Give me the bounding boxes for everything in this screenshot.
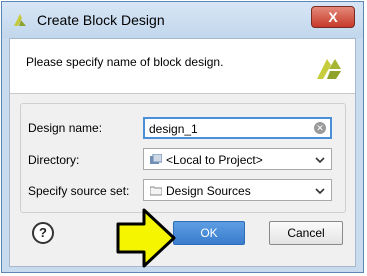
directory-label: Directory: bbox=[28, 153, 80, 167]
dialog-body: Please specify name of block design. Des… bbox=[9, 38, 356, 267]
folder-local-icon bbox=[150, 154, 162, 164]
help-button[interactable]: ? bbox=[32, 222, 54, 244]
header-banner: Please specify name of block design. bbox=[10, 39, 355, 94]
chevron-down-icon bbox=[315, 188, 325, 195]
window-title: Create Block Design bbox=[37, 12, 165, 28]
ok-button[interactable]: OK bbox=[173, 221, 245, 245]
source-set-label: Specify source set: bbox=[28, 184, 130, 198]
close-button[interactable]: X bbox=[311, 6, 355, 28]
source-set-value: Design Sources bbox=[166, 184, 251, 198]
create-block-design-dialog: Create Block Design X Please specify nam… bbox=[1, 1, 364, 273]
design-name-label: Design name: bbox=[28, 121, 103, 135]
directory-dropdown[interactable]: <Local to Project> bbox=[143, 148, 332, 170]
chevron-down-icon bbox=[315, 157, 325, 164]
design-name-value: design_1 bbox=[149, 122, 198, 136]
directory-value: <Local to Project> bbox=[166, 153, 263, 167]
cancel-button[interactable]: Cancel bbox=[269, 221, 343, 245]
instruction-text: Please specify name of block design. bbox=[26, 55, 224, 69]
clear-icon[interactable]: ✕ bbox=[314, 122, 326, 134]
design-name-input[interactable]: design_1 ✕ bbox=[143, 117, 332, 139]
folder-icon bbox=[150, 186, 162, 196]
vivado-app-icon bbox=[14, 14, 26, 26]
pointer-arrow-icon bbox=[116, 208, 176, 268]
vivado-logo-icon bbox=[317, 59, 341, 79]
source-set-dropdown[interactable]: Design Sources bbox=[143, 179, 332, 201]
title-bar[interactable]: Create Block Design X bbox=[2, 2, 363, 38]
